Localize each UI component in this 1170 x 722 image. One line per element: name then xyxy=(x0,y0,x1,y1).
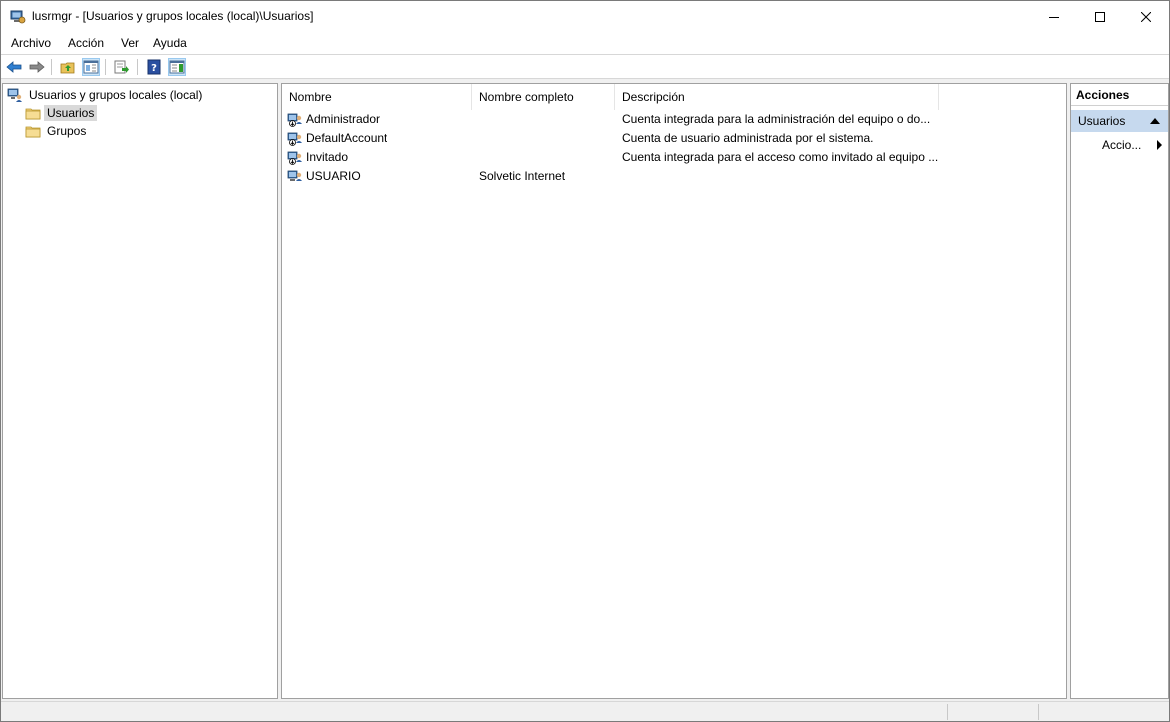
table-row[interactable]: DefaultAccount Cuenta de usuario adminis… xyxy=(282,129,1066,148)
user-full-name: Solvetic Internet xyxy=(479,169,566,183)
tree-item-label: Grupos xyxy=(47,124,87,138)
forward-arrow-icon xyxy=(29,61,45,73)
menu-ver[interactable]: Ver xyxy=(121,36,139,50)
back-arrow-icon xyxy=(6,61,22,73)
show-hide-action-pane-icon xyxy=(169,60,185,74)
user-description: Cuenta integrada para la administración … xyxy=(622,112,931,126)
local-users-groups-icon xyxy=(7,88,22,102)
close-button[interactable] xyxy=(1123,1,1169,32)
export-list-button[interactable] xyxy=(113,58,131,76)
actions-section-label: Usuarios xyxy=(1078,114,1126,128)
actions-title: Acciones xyxy=(1071,84,1168,106)
user-name: Invitado xyxy=(306,150,349,164)
toolbar-separator xyxy=(105,59,106,75)
toolbar-separator xyxy=(51,59,52,75)
minimize-icon xyxy=(1049,16,1059,18)
window-title: lusrmgr - [Usuarios y grupos locales (lo… xyxy=(32,9,314,23)
collapse-up-icon[interactable] xyxy=(1150,118,1160,124)
menu-ayuda[interactable]: Ayuda xyxy=(153,36,187,50)
user-description: Cuenta de usuario administrada por el si… xyxy=(622,131,874,145)
user-icon xyxy=(287,170,302,181)
table-row[interactable]: USUARIO Solvetic Internet xyxy=(282,167,1066,186)
disabled-user-icon xyxy=(287,132,302,146)
maximize-icon xyxy=(1095,11,1105,22)
menu-bar: Archivo Acción Ver Ayuda xyxy=(1,32,1169,54)
tree-item-usuarios[interactable]: Usuarios xyxy=(25,104,98,122)
console-tree: Usuarios y grupos locales (local) Usuari… xyxy=(2,83,278,699)
toolbar: ? xyxy=(1,54,1169,79)
export-list-icon xyxy=(114,60,129,74)
show-hide-action-pane-button[interactable] xyxy=(168,58,186,76)
actions-section-usuarios[interactable]: Usuarios xyxy=(1071,110,1168,132)
help-icon: ? xyxy=(147,59,161,75)
user-name: DefaultAccount xyxy=(306,131,388,145)
title-bar[interactable]: lusrmgr - [Usuarios y grupos locales (lo… xyxy=(1,1,1169,32)
column-header-nombre-completo[interactable]: Nombre completo xyxy=(472,84,615,110)
tree-item-label: Usuarios xyxy=(44,105,98,121)
users-list: Nombre Nombre completo Descripción Admin… xyxy=(281,83,1067,699)
back-button[interactable] xyxy=(5,58,23,76)
tree-item-grupos[interactable]: Grupos xyxy=(25,122,89,140)
toolbar-separator xyxy=(137,59,138,75)
tree-root[interactable]: Usuarios y grupos locales (local) xyxy=(7,86,205,104)
show-hide-tree-button[interactable] xyxy=(82,58,100,76)
user-name: Administrador xyxy=(306,112,381,126)
status-bar xyxy=(1,701,1169,721)
user-description: Cuenta integrada para el acceso como inv… xyxy=(622,150,939,164)
menu-accion[interactable]: Acción xyxy=(68,36,104,50)
help-button[interactable]: ? xyxy=(145,58,163,76)
minimize-button[interactable] xyxy=(1031,1,1077,32)
svg-text:?: ? xyxy=(151,63,157,74)
actions-pane: Acciones Usuarios Accio... xyxy=(1070,83,1169,699)
tree-root-label: Usuarios y grupos locales (local) xyxy=(29,88,203,102)
user-name: USUARIO xyxy=(306,169,361,183)
up-folder-icon xyxy=(60,62,75,74)
folder-icon xyxy=(25,108,41,120)
disabled-user-icon xyxy=(287,151,302,165)
close-icon xyxy=(1141,11,1151,22)
main-window: lusrmgr - [Usuarios y grupos locales (lo… xyxy=(0,0,1170,722)
show-hide-tree-icon xyxy=(83,60,99,74)
up-level-button[interactable] xyxy=(59,58,77,76)
status-segment-divider xyxy=(1038,704,1039,720)
disabled-user-icon xyxy=(287,113,302,127)
more-actions-item[interactable]: Accio... xyxy=(1102,136,1141,154)
folder-icon xyxy=(25,126,41,138)
table-row[interactable]: Invitado Cuenta integrada para el acceso… xyxy=(282,148,1066,167)
column-header-nombre[interactable]: Nombre xyxy=(282,84,472,110)
status-segment-divider xyxy=(947,704,948,720)
computer-management-icon xyxy=(10,10,26,24)
submenu-arrow-icon xyxy=(1157,140,1162,150)
forward-button[interactable] xyxy=(28,58,46,76)
menu-archivo[interactable]: Archivo xyxy=(11,36,51,50)
column-header-descripcion[interactable]: Descripción xyxy=(615,84,939,110)
table-row[interactable]: Administrador Cuenta integrada para la a… xyxy=(282,110,1066,129)
maximize-button[interactable] xyxy=(1077,1,1123,32)
